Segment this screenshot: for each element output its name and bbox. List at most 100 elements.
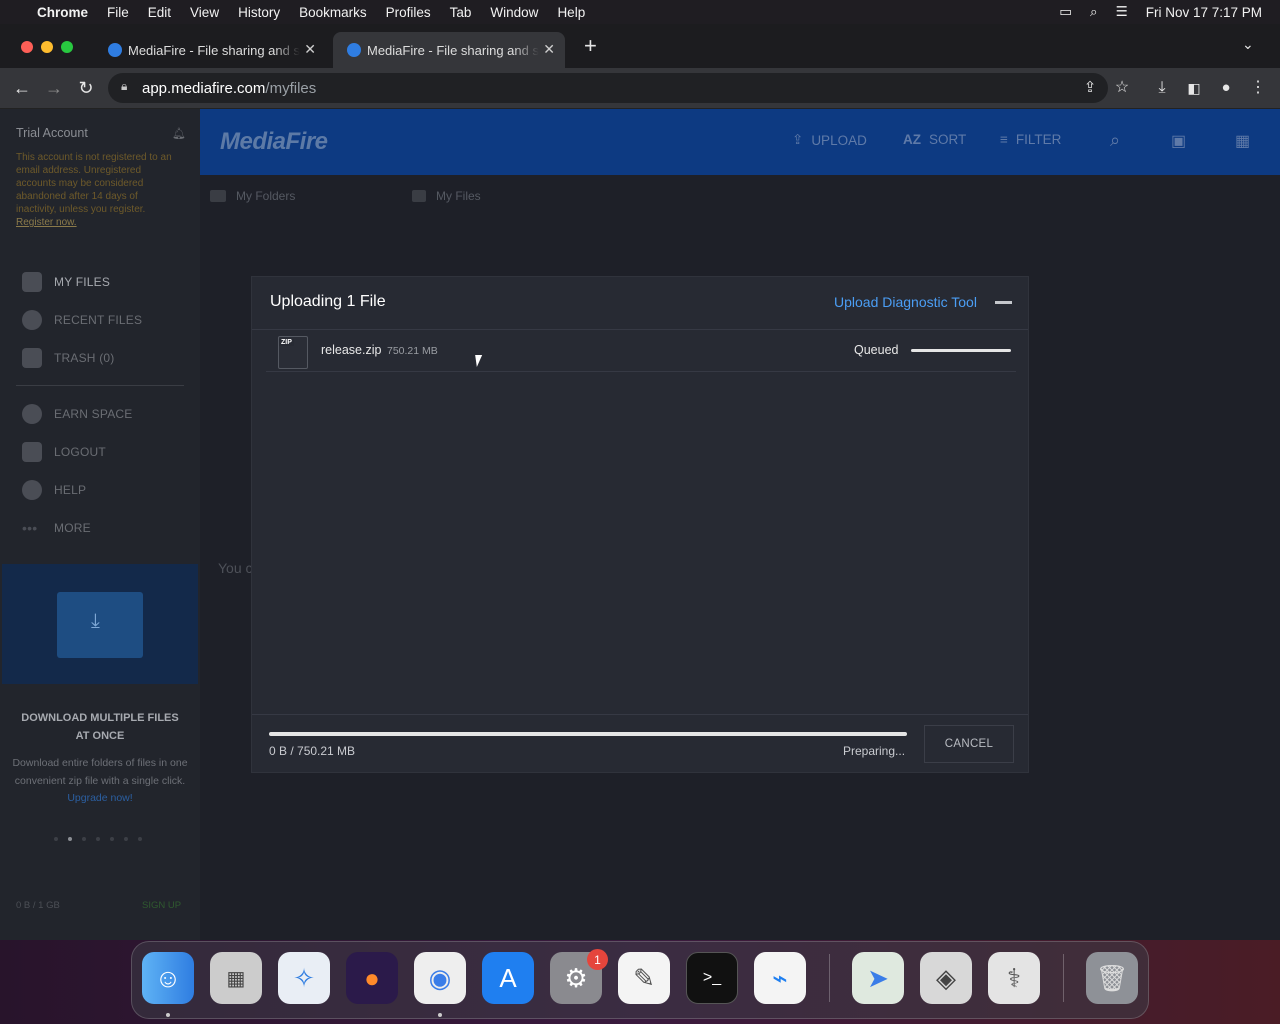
home-icon [412,190,426,202]
window-close-button[interactable] [21,41,33,53]
carousel-dot[interactable] [82,837,86,841]
browser-menu-icon[interactable]: ⋮ [1246,76,1270,100]
notification-bell-icon[interactable]: 🔔︎ [172,127,186,140]
forward-arrow-icon[interactable]: → [42,76,66,100]
more-dots-icon: ••• [22,520,38,536]
tab-search-chevron-icon[interactable]: ⌄ [1242,36,1254,53]
tab-title: MediaFire - File sharing and st [367,42,539,58]
back-arrow-icon[interactable]: ← [10,76,34,100]
app-store-icon[interactable]: A [482,952,534,1004]
control-center-icon[interactable]: ☰ [1116,4,1128,20]
total-progress-bar [269,732,907,736]
launchpad-icon[interactable]: ▦ [210,952,262,1004]
vscode-icon[interactable]: ⌁ [754,952,806,1004]
tab-close-icon[interactable]: ✕ [304,41,316,58]
filter-label: FILTER [1015,132,1062,147]
browser-tab-strip: MediaFire - File sharing and st ✕ MediaF… [0,24,1280,68]
system-information-icon[interactable]: ⚕ [988,952,1040,1004]
carousel-dot[interactable] [110,837,114,841]
nav-label: RECENT FILES [54,313,143,327]
screen-mirroring-icon[interactable]: ▭ [1059,4,1072,20]
mediafire-logo[interactable]: MediaFire [220,128,328,156]
carousel-dot[interactable] [138,837,142,841]
reload-icon[interactable]: ↻ [74,76,98,100]
tab-title: MediaFire - File sharing and st [128,42,300,58]
sidebar-divider [16,385,184,386]
menu-history[interactable]: History [238,5,280,20]
nav-earn-space[interactable]: EARN SPACE [22,403,132,425]
nav-trash[interactable]: TRASH (0) [22,347,114,369]
menu-bookmarks[interactable]: Bookmarks [299,5,367,20]
downloads-icon[interactable]: ⤓ [1150,76,1174,100]
browser-tab[interactable]: MediaFire - File sharing and st ✕ [94,32,326,68]
upload-button[interactable]: ⇪ UPLOAD [792,132,867,148]
nav-help[interactable]: HELP [22,479,86,501]
lock-icon[interactable]: 🔒︎ [121,79,127,94]
safari-icon[interactable]: ✧ [278,952,330,1004]
menu-view[interactable]: View [190,5,219,20]
disk-utility-icon[interactable]: ◈ [920,952,972,1004]
window-zoom-button[interactable] [61,41,73,53]
menu-app-name[interactable]: Chrome [37,5,88,20]
mediafire-favicon-icon [108,43,122,57]
promo-text-block: Download entire folders of files in one … [10,755,190,808]
browser-toolbar: ← → ↻ 🔒︎ app.mediafire.com/myfiles ⇪ ☆ ⤓… [0,68,1280,109]
sign-up-link[interactable]: SIGN UP [142,900,181,911]
folder-icon [210,190,226,202]
bookmark-star-icon[interactable]: ☆ [1110,76,1134,100]
register-now-link[interactable]: Register now. [16,217,77,228]
share-icon[interactable]: ⇪ [1078,76,1102,100]
trash-icon [22,348,42,368]
menu-edit[interactable]: Edit [148,5,171,20]
carousel-dot[interactable] [96,837,100,841]
filter-button[interactable]: ≡ FILTER [1000,132,1061,147]
breadcrumb-files[interactable]: My Files [412,189,481,203]
file-progress-bar [911,349,1011,352]
download-folder-icon: ⤓ [57,592,143,658]
address-bar[interactable]: 🔒︎ app.mediafire.com/myfiles [108,73,1108,103]
carousel-dot[interactable] [124,837,128,841]
nav-logout[interactable]: LOGOUT [22,441,106,463]
nav-more[interactable]: ••• MORE [22,517,91,539]
grid-view-icon[interactable]: ▦ [1235,131,1250,151]
new-tab-icon[interactable]: + [584,33,597,59]
menu-window[interactable]: Window [490,5,538,20]
profile-avatar-icon[interactable]: ● [1214,76,1238,100]
finder-icon[interactable]: ☺ [142,952,194,1004]
cancel-upload-button[interactable]: CANCEL [924,725,1014,763]
textedit-icon[interactable]: ✎ [618,952,670,1004]
menu-help[interactable]: Help [557,5,585,20]
settings-notification-badge: 1 [587,949,608,970]
upload-diagnostic-tool-link[interactable]: Upload Diagnostic Tool [834,294,977,310]
browser-tab-active[interactable]: MediaFire - File sharing and st ✕ [333,32,565,68]
menu-profiles[interactable]: Profiles [386,5,431,20]
new-folder-icon[interactable]: ▣ [1171,131,1186,151]
menubar-clock[interactable]: Fri Nov 17 7:17 PM [1146,5,1262,20]
file-name: release.zip [321,343,382,357]
chrome-icon[interactable]: ◉ [414,952,466,1004]
carousel-dot[interactable] [54,837,58,841]
trash-bin-icon[interactable]: 🗑︎ [1086,952,1138,1004]
search-icon[interactable]: ⌕ [1110,130,1120,151]
terminal-icon[interactable]: >_ [686,952,738,1004]
maps-icon[interactable]: ➤ [852,952,904,1004]
carousel-dot[interactable] [68,837,72,841]
nav-label: MY FILES [54,275,111,289]
spotlight-search-icon[interactable]: ⌕ [1090,4,1098,20]
tab-close-icon[interactable]: ✕ [543,41,555,58]
menu-file[interactable]: File [107,5,129,20]
macos-menubar: Chrome File Edit View History Bookmarks … [0,0,1280,24]
nav-label: EARN SPACE [54,407,133,421]
menu-tab[interactable]: Tab [450,5,472,20]
side-panel-icon[interactable]: ◧ [1182,76,1206,100]
minimize-dialog-button[interactable] [995,301,1012,304]
upgrade-now-link[interactable]: Upgrade now! [67,792,132,804]
window-minimize-button[interactable] [41,41,53,53]
file-size: 750.21 MB [387,345,438,357]
nav-recent-files[interactable]: RECENT FILES [22,309,142,331]
sort-button[interactable]: AZ SORT [903,132,966,147]
firefox-icon[interactable]: ● [346,952,398,1004]
breadcrumb-folders[interactable]: My Folders [210,189,295,203]
dock-separator [829,954,830,1002]
nav-my-files[interactable]: MY FILES [22,271,110,293]
